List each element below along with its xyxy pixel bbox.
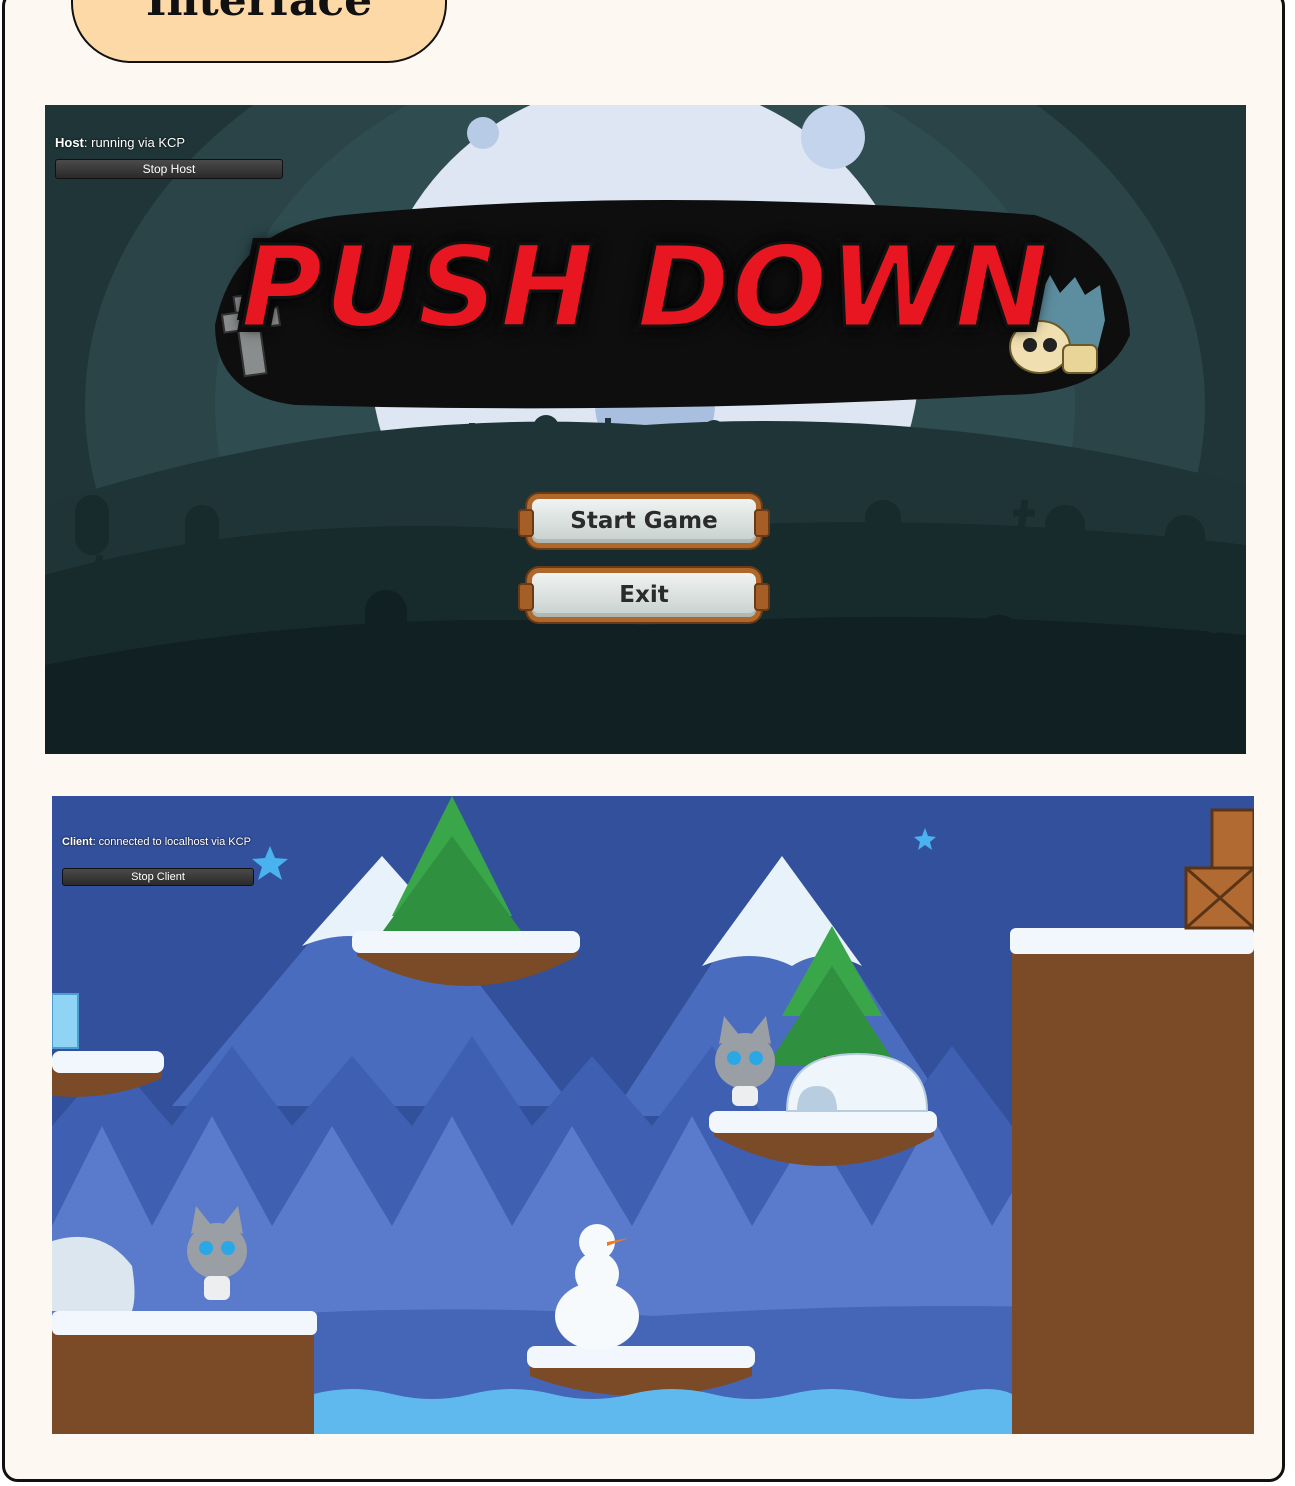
- client-status-text: : connected to localhost via KCP: [92, 836, 251, 848]
- client-status-role: Client: [62, 836, 93, 848]
- client-status: Client: connected to localhost via KCP: [62, 836, 262, 849]
- stop-host-button[interactable]: Stop Host: [55, 159, 283, 179]
- start-game-button[interactable]: Start Game: [518, 494, 770, 548]
- section-tab-label: Interface: [145, 0, 373, 26]
- exit-button[interactable]: Exit: [518, 568, 770, 622]
- host-status: Host: running via KCP: [55, 135, 185, 150]
- game-logo-title: PUSH DOWN: [239, 222, 1051, 355]
- winter-level-scene: [52, 796, 1254, 1434]
- section-tab: Interface: [71, 0, 447, 63]
- host-status-role: Host: [55, 135, 84, 150]
- showcase-card: Interface Host: running via KCP Stop Hos…: [2, 0, 1285, 1482]
- stop-client-button[interactable]: Stop Client: [62, 868, 254, 886]
- main-menu-screenshot: Host: running via KCP Stop Host PUSH DOW…: [45, 105, 1246, 754]
- gameplay-screenshot: Client: connected to localhost via KCP S…: [52, 796, 1254, 1434]
- host-status-text: : running via KCP: [83, 135, 186, 150]
- graveyard-background: [45, 105, 1246, 754]
